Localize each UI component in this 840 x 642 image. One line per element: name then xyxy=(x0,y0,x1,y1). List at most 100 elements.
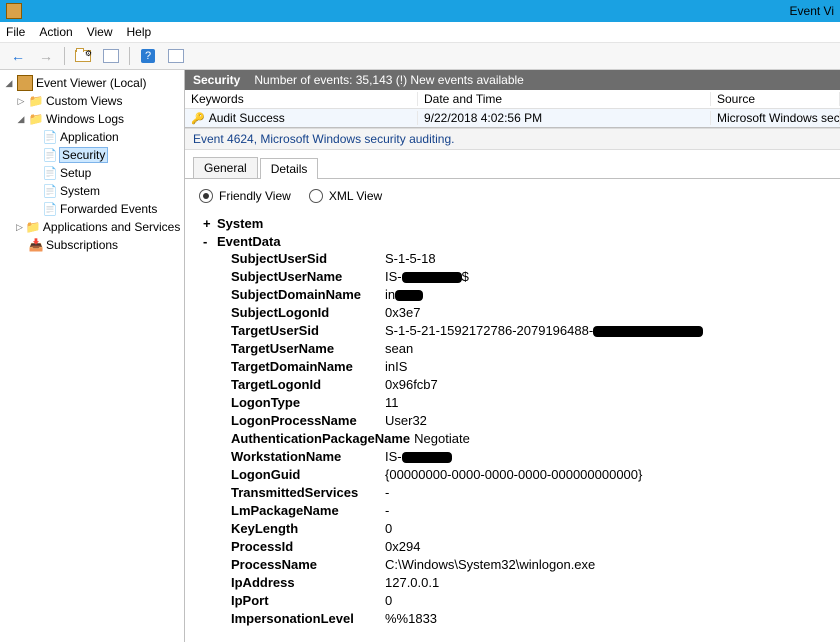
field-key: SubjectUserName xyxy=(231,268,385,285)
radio-xml-view[interactable]: XML View xyxy=(309,189,382,203)
log-icon xyxy=(43,148,57,162)
menu-help[interactable]: Help xyxy=(127,25,152,39)
help-button[interactable]: ? xyxy=(136,45,160,67)
field-key: IpPort xyxy=(231,592,385,609)
radio-label: XML View xyxy=(329,189,382,203)
field-key: TargetLogonId xyxy=(231,376,385,393)
field-value: S-1-5-21-1592172786-2079196488- xyxy=(385,322,703,339)
menu-view[interactable]: View xyxy=(87,25,113,39)
event-field: SubjectLogonId0x3e7 xyxy=(231,304,822,321)
expand-minus-icon[interactable] xyxy=(203,234,217,249)
field-key: KeyLength xyxy=(231,520,385,537)
field-key: TargetDomainName xyxy=(231,358,385,375)
tree-log-application[interactable]: Application xyxy=(2,128,182,146)
col-datetime[interactable]: Date and Time xyxy=(418,92,711,106)
folder-icon xyxy=(29,94,43,108)
redaction-mark xyxy=(402,452,452,463)
radio-icon xyxy=(309,189,323,203)
log-name: Security xyxy=(193,73,240,87)
sheets-icon xyxy=(103,49,119,63)
subscriptions-icon xyxy=(29,238,43,252)
event-field: SubjectDomainNamein xyxy=(231,286,822,303)
expand-icon[interactable] xyxy=(16,222,23,233)
event-grid[interactable]: Keywords Date and Time Source Audit Succ… xyxy=(185,90,840,128)
toolbar-separator xyxy=(64,47,65,65)
field-key: TransmittedServices xyxy=(231,484,385,501)
find-button[interactable] xyxy=(99,45,123,67)
eventviewer-icon xyxy=(17,75,33,91)
field-key: LmPackageName xyxy=(231,502,385,519)
event-field: SubjectUserNameIS-$ xyxy=(231,268,822,285)
field-key: ProcessName xyxy=(231,556,385,573)
tree-custom-views[interactable]: Custom Views xyxy=(2,92,182,110)
field-key: IpAddress xyxy=(231,574,385,591)
field-value: - xyxy=(385,502,389,519)
radio-friendly-view[interactable]: Friendly View xyxy=(199,189,291,203)
expand-icon[interactable] xyxy=(4,78,14,89)
event-field: LmPackageName- xyxy=(231,502,822,519)
event-details[interactable]: System EventData SubjectUserSidS-1-5-18S… xyxy=(185,213,840,642)
field-key: LogonProcessName xyxy=(231,412,385,429)
app-icon xyxy=(6,3,22,19)
forward-button[interactable] xyxy=(34,45,58,67)
field-key: WorkstationName xyxy=(231,448,385,465)
tab-details[interactable]: Details xyxy=(260,158,319,179)
field-value: 11 xyxy=(385,394,399,411)
field-value: IS-$ xyxy=(385,268,469,285)
tree-log-system[interactable]: System xyxy=(2,182,182,200)
event-field: ImpersonationLevel%%1833 xyxy=(231,610,822,627)
tree-apps-services[interactable]: Applications and Services Lo xyxy=(2,218,182,236)
tree-label: Windows Logs xyxy=(46,112,124,126)
node-system[interactable]: System xyxy=(203,216,822,231)
event-field: IpAddress127.0.0.1 xyxy=(231,574,822,591)
grid-row[interactable]: Audit Success 9/22/2018 4:02:56 PM Micro… xyxy=(185,109,840,127)
back-button[interactable] xyxy=(6,45,30,67)
help-icon: ? xyxy=(141,49,155,63)
field-value: S-1-5-18 xyxy=(385,250,436,267)
event-field: ProcessNameC:\Windows\System32\winlogon.… xyxy=(231,556,822,573)
toolbar-separator xyxy=(129,47,130,65)
menu-file[interactable]: File xyxy=(6,25,25,39)
event-field: WorkstationNameIS- xyxy=(231,448,822,465)
properties-button[interactable] xyxy=(71,45,95,67)
node-label: System xyxy=(217,216,263,231)
event-field: SubjectUserSidS-1-5-18 xyxy=(231,250,822,267)
tree-log-security[interactable]: Security xyxy=(2,146,182,164)
field-key: SubjectLogonId xyxy=(231,304,385,321)
event-field: ProcessId0x294 xyxy=(231,538,822,555)
menu-bar: File Action View Help xyxy=(0,22,840,43)
tree-log-setup[interactable]: Setup xyxy=(2,164,182,182)
col-source[interactable]: Source xyxy=(711,92,840,106)
node-eventdata[interactable]: EventData xyxy=(203,234,822,249)
arrow-left-icon xyxy=(11,48,25,64)
log-icon xyxy=(43,130,57,144)
tree-root[interactable]: Event Viewer (Local) xyxy=(2,74,182,92)
field-value: {00000000-0000-0000-0000-000000000000} xyxy=(385,466,642,483)
panes-button[interactable] xyxy=(164,45,188,67)
field-key: SubjectDomainName xyxy=(231,286,385,303)
arrow-right-icon xyxy=(39,48,53,64)
expand-icon[interactable] xyxy=(16,114,26,125)
col-keywords[interactable]: Keywords xyxy=(185,92,418,106)
grid-header[interactable]: Keywords Date and Time Source xyxy=(185,90,840,109)
expand-icon[interactable] xyxy=(16,96,26,107)
tab-general[interactable]: General xyxy=(193,157,258,178)
folder-icon xyxy=(29,112,43,126)
tree-windows-logs[interactable]: Windows Logs xyxy=(2,110,182,128)
field-value: - xyxy=(385,484,389,501)
menu-action[interactable]: Action xyxy=(39,25,72,39)
expand-plus-icon[interactable] xyxy=(203,216,217,231)
redaction-mark xyxy=(593,326,703,337)
tree-subscriptions[interactable]: Subscriptions xyxy=(2,236,182,254)
tree-log-forwarded[interactable]: Forwarded Events xyxy=(2,200,182,218)
field-value: 0 xyxy=(385,592,392,609)
navigation-tree[interactable]: Event Viewer (Local) Custom Views Window… xyxy=(0,70,185,642)
tree-label: Application xyxy=(60,130,119,144)
field-value: IS- xyxy=(385,448,452,465)
field-value: 0 xyxy=(385,520,392,537)
node-label: EventData xyxy=(217,234,281,249)
tree-label: Event Viewer (Local) xyxy=(36,76,147,90)
event-field: AuthenticationPackageNameNegotiate xyxy=(231,430,822,447)
tree-label: Setup xyxy=(60,166,91,180)
tree-label: Custom Views xyxy=(46,94,122,108)
